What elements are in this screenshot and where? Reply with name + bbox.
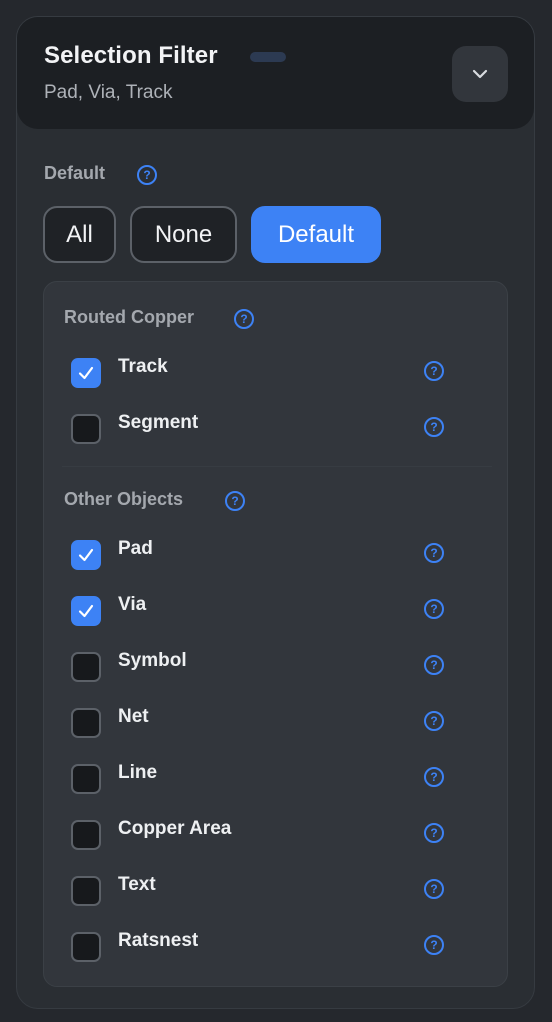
chevron-down-icon bbox=[472, 69, 488, 79]
group-help-icon[interactable]: ? bbox=[234, 309, 254, 329]
item-help-icon[interactable]: ? bbox=[424, 417, 444, 437]
filter-item-label: Pad bbox=[118, 538, 153, 559]
filter-item-label: Symbol bbox=[118, 650, 187, 671]
filter-item-label: Via bbox=[118, 594, 147, 615]
checkbox-segment[interactable] bbox=[71, 414, 101, 444]
preset-help-icon[interactable]: ? bbox=[137, 165, 157, 185]
checkbox-line[interactable] bbox=[71, 764, 101, 794]
checkbox-copper-area[interactable] bbox=[71, 820, 101, 850]
item-help-icon[interactable]: ? bbox=[424, 599, 444, 619]
filter-item-label: Text bbox=[118, 874, 156, 895]
filter-item-label: Ratsnest bbox=[118, 930, 199, 951]
checkmark-icon bbox=[78, 366, 94, 380]
filter-item-label: Copper Area bbox=[118, 818, 232, 839]
item-help-icon[interactable]: ? bbox=[424, 879, 444, 899]
checkbox-symbol[interactable] bbox=[71, 652, 101, 682]
checkbox-text[interactable] bbox=[71, 876, 101, 906]
item-help-icon[interactable]: ? bbox=[424, 543, 444, 563]
item-help-icon[interactable]: ? bbox=[424, 655, 444, 675]
checkmark-icon bbox=[78, 548, 94, 562]
item-help-icon[interactable]: ? bbox=[424, 935, 444, 955]
group-divider bbox=[62, 466, 492, 467]
item-help-icon[interactable]: ? bbox=[424, 823, 444, 843]
checkbox-via[interactable] bbox=[71, 596, 101, 626]
item-help-icon[interactable]: ? bbox=[424, 711, 444, 731]
title-indicator-pill bbox=[250, 52, 286, 62]
collapse-button[interactable] bbox=[452, 46, 508, 102]
checkbox-net[interactable] bbox=[71, 708, 101, 738]
filter-item-label: Net bbox=[118, 706, 149, 727]
checkmark-icon bbox=[78, 604, 94, 618]
item-help-icon[interactable]: ? bbox=[424, 767, 444, 787]
group-help-icon[interactable]: ? bbox=[225, 491, 245, 511]
preset-none-button[interactable]: None bbox=[130, 206, 237, 263]
panel-title: Selection Filter bbox=[44, 42, 218, 69]
checkbox-ratsnest[interactable] bbox=[71, 932, 101, 962]
checkbox-track[interactable] bbox=[71, 358, 101, 388]
preset-label: Default bbox=[44, 163, 106, 183]
group-label-other-objects: Other Objects bbox=[64, 489, 184, 509]
selection-summary: Pad, Via, Track bbox=[44, 82, 173, 103]
preset-default-button[interactable]: Default bbox=[251, 206, 381, 263]
filter-item-label: Line bbox=[118, 762, 158, 783]
panel-header: Selection Filter Pad, Via, Track bbox=[17, 17, 534, 129]
group-label-routed-copper: Routed Copper bbox=[64, 307, 194, 327]
filter-item-label: Segment bbox=[118, 412, 199, 433]
item-help-icon[interactable]: ? bbox=[424, 361, 444, 381]
preset-all-button[interactable]: All bbox=[43, 206, 116, 263]
selection-filter-panel: Selection Filter Pad, Via, Track Default… bbox=[16, 16, 535, 1009]
filter-item-label: Track bbox=[118, 356, 168, 377]
checkbox-pad[interactable] bbox=[71, 540, 101, 570]
